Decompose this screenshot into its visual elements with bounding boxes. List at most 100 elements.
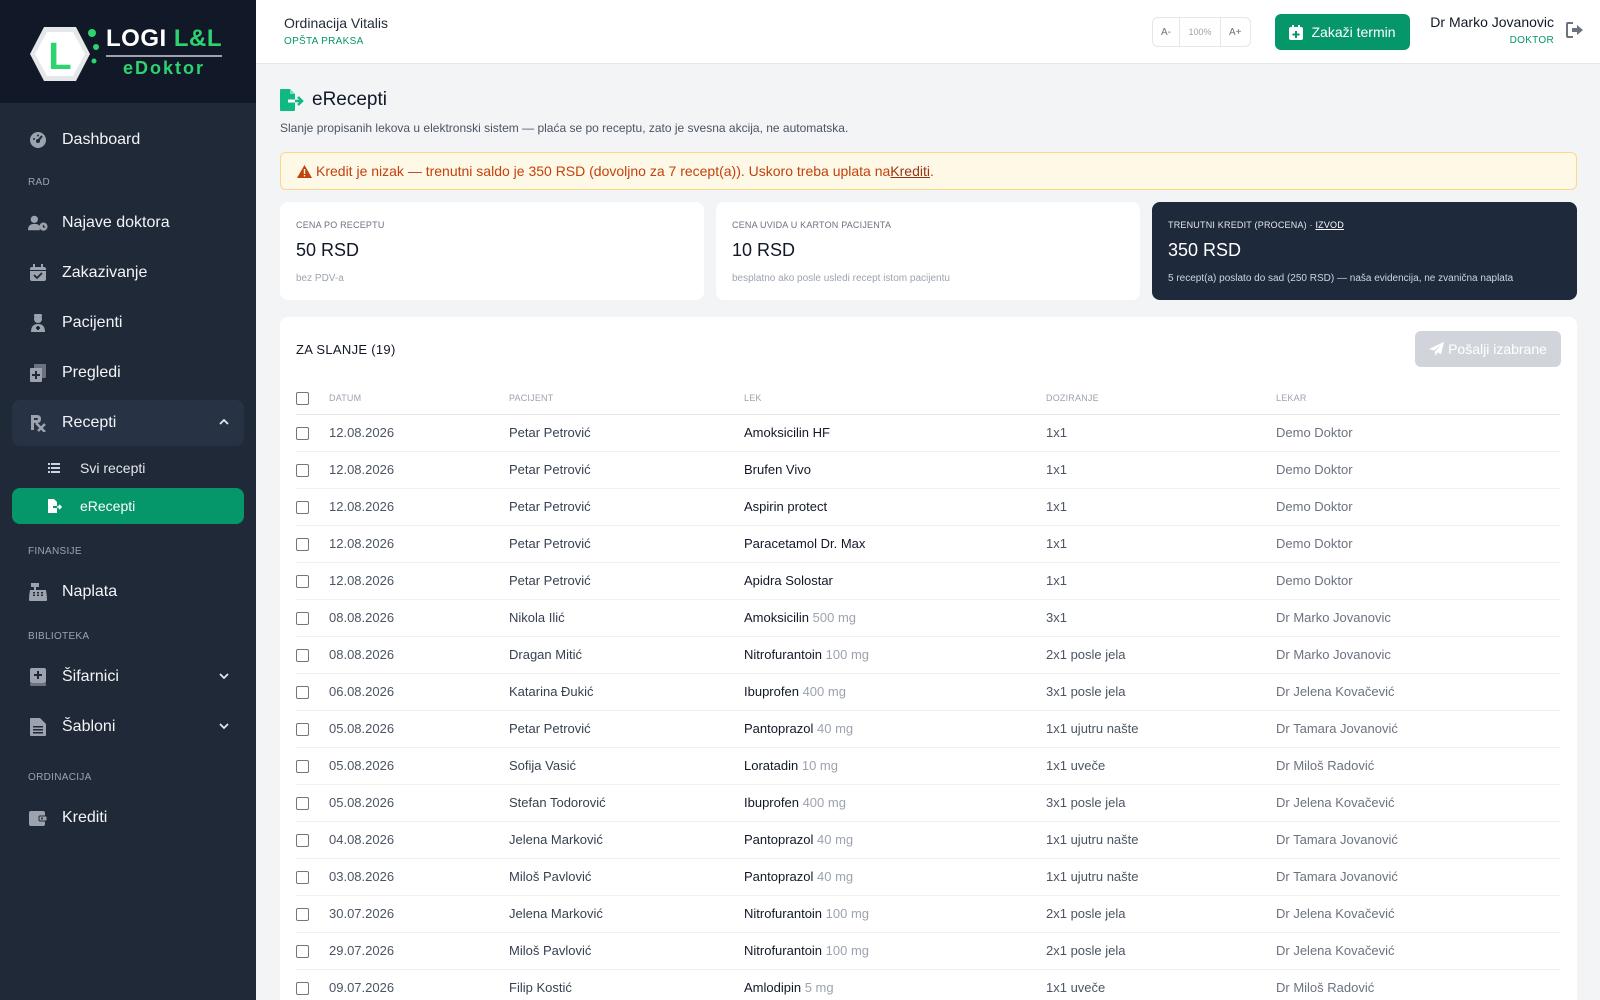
drug-name: Loratadin [744, 758, 799, 773]
row-checkbox[interactable] [296, 538, 309, 552]
cell-date: 12.08.2026 [329, 562, 509, 600]
table-row[interactable]: 12.08.2026 Petar Petrović Amoksicilin HF 1… [296, 414, 1560, 452]
cell-date: 05.08.2026 [329, 747, 509, 785]
row-checkbox[interactable] [296, 834, 309, 848]
drug-name: Paracetamol Dr. Max [744, 536, 866, 551]
row-select-cell [296, 969, 329, 1000]
row-checkbox[interactable] [296, 686, 309, 700]
drug-strength: 40 mg [817, 869, 854, 884]
cell-patient: Stefan Todorović [509, 784, 744, 822]
card-value: 50 RSD [296, 240, 360, 260]
row-checkbox[interactable] [296, 723, 309, 737]
page-title: eRecepti [280, 89, 387, 111]
cell-dose: 1x1 [1046, 451, 1276, 489]
table-row[interactable]: 12.08.2026 Petar Petrović Aspirin protect … [296, 488, 1560, 526]
send-selected-button[interactable]: Pošalji izabrane [1415, 331, 1561, 367]
sidebar-item-pacijenti[interactable]: Pacijenti [12, 300, 244, 346]
chevron-down-icon [218, 719, 230, 737]
cell-doctor: Dr Jelena Kovačević [1276, 932, 1560, 970]
drug-strength: 100 mg [825, 906, 870, 921]
font-decrease-button[interactable]: A- [1153, 18, 1179, 46]
list-icon [48, 463, 62, 473]
table-row[interactable]: 30.07.2026 Jelena Marković Nitrofurantoin … [296, 895, 1560, 933]
patient-icon [28, 313, 48, 333]
table-row[interactable]: 12.08.2026 Petar Petrović Apidra Solostar … [296, 562, 1560, 600]
sidebar-item-dashboard[interactable]: Dashboard [12, 117, 244, 163]
cell-date: 05.08.2026 [329, 710, 509, 748]
drug-strength: 100 mg [825, 943, 870, 958]
sidebar-item-zakazivanje[interactable]: Zakazivanje [12, 250, 244, 296]
cell-patient: Petar Petrović [509, 414, 744, 452]
cell-date: 12.08.2026 [329, 451, 509, 489]
cell-dose: 1x1 [1046, 414, 1276, 452]
row-checkbox[interactable] [296, 501, 309, 515]
card-note: bez PDV-a [296, 273, 344, 284]
table-row[interactable]: 29.07.2026 Miloš Pavlović Nitrofurantoin 1… [296, 932, 1560, 970]
drug-name: Ibuprofen [744, 684, 799, 699]
sidebar-item-recepti[interactable]: Recepti [12, 400, 244, 446]
row-checkbox[interactable] [296, 575, 309, 589]
table-row[interactable]: 08.08.2026 Dragan Mitić Nitrofurantoin 100… [296, 636, 1560, 674]
table-row[interactable]: 12.08.2026 Petar Petrović Brufen Vivo 1x1 D… [296, 451, 1560, 489]
table-row[interactable]: 03.08.2026 Miloš Pavlović Pantoprazol 40 m… [296, 858, 1560, 896]
chevron-down-icon [218, 669, 230, 687]
row-checkbox[interactable] [296, 464, 309, 478]
card-note: 5 recept(a) poslato do sad (250 RSD) — n… [1168, 273, 1514, 284]
table-row[interactable]: 05.08.2026 Stefan Todorović Ibuprofen 400 … [296, 784, 1560, 822]
row-checkbox[interactable] [296, 871, 309, 885]
row-checkbox[interactable] [296, 427, 309, 441]
sidebar-item-pregledi[interactable]: Pregledi [12, 350, 244, 396]
drug-name: Pantoprazol [744, 869, 814, 884]
table-row[interactable]: 05.08.2026 Sofija Vasić Loratadin 10 mg 1x1… [296, 747, 1560, 785]
brand-logo[interactable]: L LOGI L&L eDoktor [0, 0, 256, 103]
calendar-check-icon [28, 263, 48, 283]
table-row[interactable]: 06.08.2026 Katarina Đukić Ibuprofen 400 mg… [296, 673, 1560, 711]
drug-strength: 10 mg [801, 758, 838, 773]
select-all-checkbox[interactable] [296, 391, 309, 405]
file-medical-icon [28, 363, 48, 383]
cell-drug: Pantoprazol 40 mg [744, 821, 1046, 859]
table-row[interactable]: 05.08.2026 Petar Petrović Pantoprazol 40 m… [296, 710, 1560, 748]
table-row[interactable]: 04.08.2026 Jelena Marković Pantoprazol 40 … [296, 821, 1560, 859]
sidebar-item-najave[interactable]: Najave doktora [12, 200, 244, 246]
row-select-cell [296, 525, 329, 563]
cell-doctor: Demo Doktor [1276, 414, 1560, 452]
sidebar-subitem-erecepti[interactable]: eRecepti [12, 488, 244, 524]
row-checkbox[interactable] [296, 649, 309, 663]
row-checkbox[interactable] [296, 945, 309, 959]
row-select-cell [296, 599, 329, 637]
sidebar-item-sifarnici[interactable]: Šifarnici [12, 654, 244, 700]
drug-name: Amoksicilin [744, 610, 810, 625]
cell-dose: 1x1 [1046, 562, 1276, 600]
statement-link[interactable]: IZVOD [1315, 220, 1344, 230]
cell-drug: Brufen Vivo [744, 451, 1046, 489]
drug-name: Ibuprofen [744, 795, 799, 810]
table-row[interactable]: 09.07.2026 Filip Kostić Amlodipin 5 mg 1x1 … [296, 969, 1560, 1000]
cell-patient: Miloš Pavlović [509, 858, 744, 896]
row-checkbox[interactable] [296, 760, 309, 774]
sidebar-subitem-svi-recepti[interactable]: Svi recepti [12, 450, 244, 486]
drug-name: Apidra Solostar [744, 573, 833, 588]
cell-dose: 2x1 posle jela [1046, 932, 1276, 970]
table-row[interactable]: 12.08.2026 Petar Petrović Paracetamol Dr. … [296, 525, 1560, 563]
top-bar: Ordinacija Vitalis OPŠTA PRAKSA A- 100% … [256, 0, 1600, 64]
row-checkbox[interactable] [296, 797, 309, 811]
table-row[interactable]: 08.08.2026 Nikola Ilić Amoksicilin 500 mg 3… [296, 599, 1560, 637]
schedule-appointment-button[interactable]: Zakaži termin [1275, 14, 1410, 50]
warning-icon [297, 164, 312, 178]
sidebar-item-sabloni[interactable]: Šabloni [12, 704, 244, 750]
row-select-cell [296, 451, 329, 489]
calendar-plus-icon [1289, 24, 1304, 40]
logout-icon[interactable] [1566, 22, 1584, 43]
user-role: DOKTOR [1509, 35, 1554, 46]
sidebar-item-naplata[interactable]: Naplata [12, 569, 244, 615]
alert-credits-link[interactable]: Krediti [890, 163, 930, 179]
row-checkbox[interactable] [296, 982, 309, 996]
row-checkbox[interactable] [296, 908, 309, 922]
font-increase-button[interactable]: A+ [1221, 18, 1250, 46]
clinic-name: Ordinacija Vitalis [284, 15, 389, 31]
cell-drug: Apidra Solostar [744, 562, 1046, 600]
drug-name: Pantoprazol [744, 832, 814, 847]
row-checkbox[interactable] [296, 612, 309, 626]
sidebar-item-krediti[interactable]: Krediti [12, 795, 244, 841]
